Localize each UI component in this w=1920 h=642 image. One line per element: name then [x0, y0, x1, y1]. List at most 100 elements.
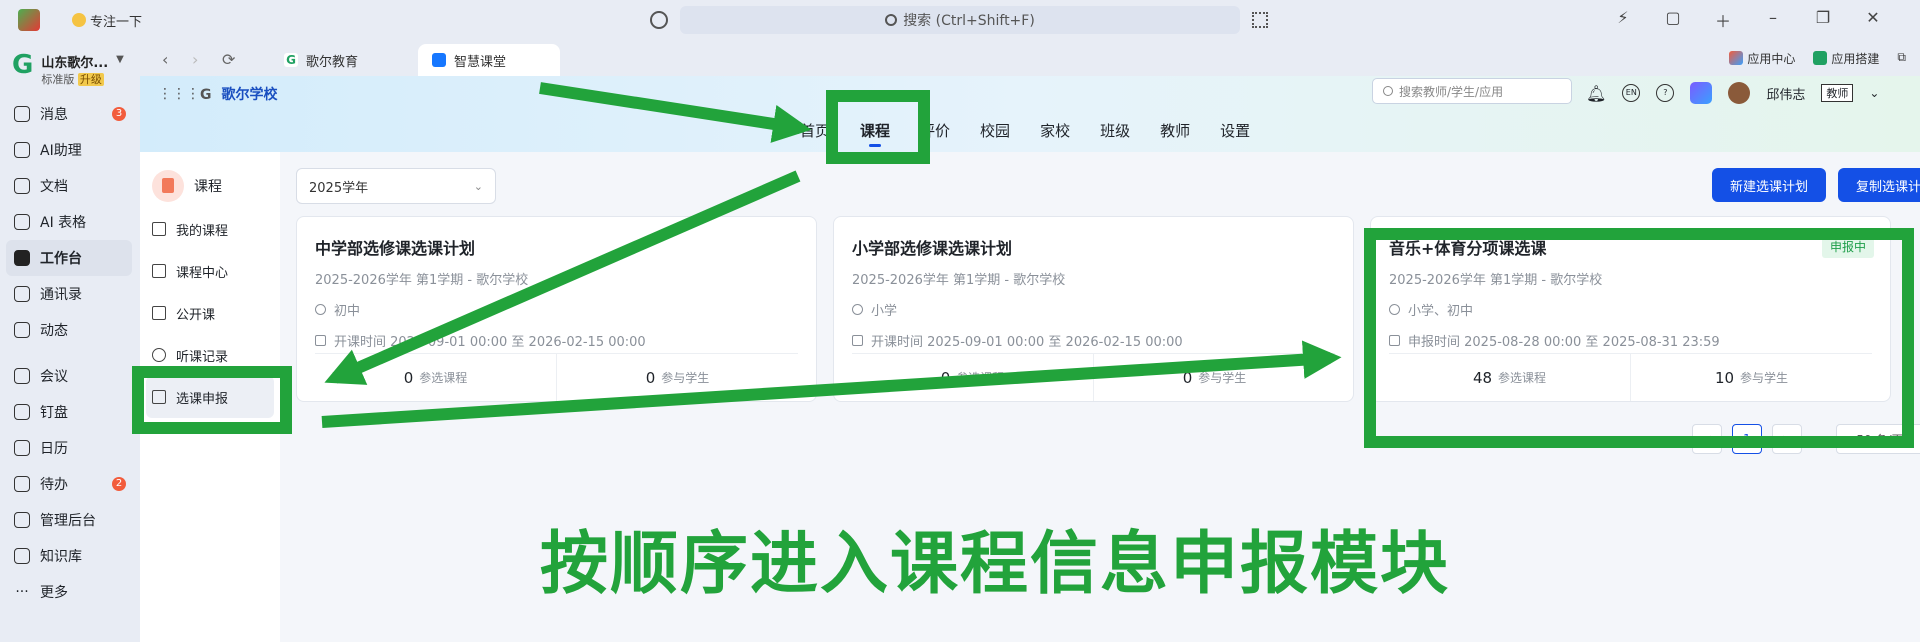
plan-card[interactable]: 音乐+体育分项课选课 申报中 2025-2026学年 第1学期 - 歌尔学校 小…	[1370, 216, 1891, 402]
plan-card[interactable]: 中学部选修课选课计划 2025-2026学年 第1学期 - 歌尔学校 初中 开课…	[296, 216, 817, 402]
upgrade-badge[interactable]: 升级	[77, 73, 104, 86]
plan-title: 中学部选修课选课计划	[315, 239, 476, 258]
nav-knowledge[interactable]: 知识库	[0, 538, 140, 574]
tab-smart-classroom[interactable]: 智慧课堂	[418, 44, 560, 76]
more-icon: ···	[15, 584, 29, 600]
status-badge: 申报中	[1821, 235, 1874, 258]
app-build-link[interactable]: 应用搭建	[1813, 50, 1879, 67]
plan-time: 申报时间 2025-08-28 00:00 至 2025-08-31 23:59	[1408, 335, 1720, 350]
app-search-input[interactable]: 搜索教师/学生/应用	[1372, 78, 1572, 104]
app-build-label: 应用搭建	[1831, 52, 1880, 66]
calendar-icon	[1389, 335, 1400, 346]
focus-button[interactable]: 专注一下	[72, 11, 142, 30]
course-count-label: 参选课程	[1498, 371, 1547, 385]
screen-icon[interactable]: ▢	[1662, 8, 1684, 32]
user-name[interactable]: 邱伟志	[1766, 84, 1805, 103]
school-name[interactable]: 歌尔学校	[222, 87, 278, 103]
plan-card[interactable]: 小学部选修课选课计划 2025-2026学年 第1学期 - 歌尔学校 小学 开课…	[833, 216, 1354, 402]
subnav-listen-records[interactable]: 听课记录	[140, 334, 280, 376]
course-subnav: 课程 我的课程 课程中心 公开课 听课记录 选课申报	[140, 152, 280, 642]
language-icon[interactable]: EN	[1622, 84, 1641, 102]
apps-grid-icon[interactable]	[1252, 12, 1268, 28]
subnav-open-class[interactable]: 公开课	[140, 292, 280, 334]
play-icon	[152, 348, 166, 362]
global-search-input[interactable]: 搜索 (Ctrl+Shift+F)	[680, 6, 1240, 34]
nav-todo[interactable]: 待办 2	[0, 466, 140, 502]
nav-messages[interactable]: 消息 3	[0, 96, 140, 132]
copy-plan-button[interactable]: 复制选课计划	[1838, 168, 1920, 202]
subnav-course-center[interactable]: 课程中心	[140, 250, 280, 292]
contacts-icon	[14, 286, 30, 302]
org-switcher[interactable]: G 山东歌尔... 标准版 升级 ▼	[0, 40, 140, 96]
nav-meeting[interactable]: 会议	[0, 358, 140, 394]
subnav-course-selection[interactable]: 选课申报	[146, 376, 274, 418]
next-page-button[interactable]: >	[1772, 424, 1802, 454]
nav-label: AI 表格	[40, 215, 87, 231]
menu-evaluation[interactable]: 评价	[920, 120, 950, 141]
minimize-icon[interactable]: –	[1762, 8, 1784, 32]
open-external-icon[interactable]: ⧉	[1897, 50, 1906, 67]
menu-class[interactable]: 班级	[1100, 120, 1130, 141]
nav-feed[interactable]: 动态	[0, 312, 140, 348]
nav-contacts[interactable]: 通讯录	[0, 276, 140, 312]
close-icon[interactable]: ✕	[1862, 8, 1884, 32]
people-icon	[1389, 304, 1400, 315]
nav-calendar[interactable]: 日历	[0, 430, 140, 466]
year-value: 2025学年	[309, 180, 369, 196]
course-book-icon	[152, 170, 184, 202]
nav-label: 更多	[40, 585, 68, 601]
nav-admin[interactable]: 管理后台	[0, 502, 140, 538]
student-count-label: 参与学生	[1740, 371, 1789, 385]
checklist-icon	[152, 390, 166, 404]
grid-icon	[14, 250, 30, 266]
refresh-icon[interactable]: ⟳	[222, 50, 235, 69]
menu-teacher[interactable]: 教师	[1160, 120, 1190, 141]
avatar[interactable]	[1728, 82, 1751, 104]
nav-more[interactable]: ··· 更多	[0, 574, 140, 610]
apps-menu-icon[interactable]: ⋮⋮⋮	[158, 86, 200, 102]
tab-label: 歌尔教育	[306, 54, 359, 70]
main-menu: 首页 课程 评价 校园 家校 班级 教师 设置	[800, 120, 1250, 141]
todo-badge: 2	[112, 477, 126, 491]
page-number[interactable]: 1	[1732, 424, 1762, 454]
menu-home[interactable]: 首页	[800, 120, 830, 141]
menu-course[interactable]: 课程	[860, 120, 890, 141]
bell-icon[interactable]: 🔔︎	[1586, 84, 1606, 103]
app-center-link[interactable]: 应用中心	[1729, 50, 1795, 67]
chevron-down-icon: ▼	[116, 54, 124, 65]
phone-icon	[14, 368, 30, 384]
nav-ai-table[interactable]: AI 表格	[0, 204, 140, 240]
goer-logo-icon: G	[284, 53, 298, 67]
year-select[interactable]: 2025学年 ⌄	[296, 168, 496, 204]
menu-settings[interactable]: 设置	[1220, 120, 1250, 141]
restore-icon[interactable]: ❐	[1812, 8, 1834, 32]
subnav-my-courses[interactable]: 我的课程	[140, 208, 280, 250]
page-size-select[interactable]: 50 条/页	[1836, 424, 1920, 454]
chevron-down-icon[interactable]: ⌄	[1869, 86, 1879, 100]
new-plan-button[interactable]: 新建选课计划	[1712, 168, 1826, 202]
nav-docs[interactable]: 文档	[0, 168, 140, 204]
menu-campus[interactable]: 校园	[980, 120, 1010, 141]
course-count-label: 参选课程	[419, 371, 468, 385]
back-icon[interactable]: ‹	[162, 50, 168, 69]
menu-home-school[interactable]: 家校	[1040, 120, 1070, 141]
student-count: 0	[645, 368, 656, 387]
nav-ai-assistant[interactable]: AI助理	[0, 132, 140, 168]
nav-drive[interactable]: 钉盘	[0, 394, 140, 430]
checkbox-icon	[14, 476, 30, 492]
prev-page-button[interactable]: <	[1692, 424, 1722, 454]
help-icon[interactable]: ?	[1656, 84, 1675, 102]
forward-icon[interactable]: ›	[192, 50, 198, 69]
ai-assistant-icon[interactable]	[1690, 82, 1713, 104]
tab-goer-education[interactable]: G 歌尔教育	[270, 44, 372, 76]
unread-badge: 3	[112, 107, 126, 121]
magic-wand-icon[interactable]: ⚡	[1612, 8, 1634, 32]
nav-label: 会议	[40, 369, 68, 385]
subnav-title: 课程	[194, 179, 222, 195]
plus-icon[interactable]: ＋	[1712, 8, 1734, 32]
history-icon[interactable]	[650, 11, 668, 29]
nav-label: AI助理	[40, 143, 82, 159]
course-count: 0	[403, 368, 414, 387]
nav-workbench[interactable]: 工作台	[6, 240, 132, 276]
focus-icon	[72, 13, 86, 27]
